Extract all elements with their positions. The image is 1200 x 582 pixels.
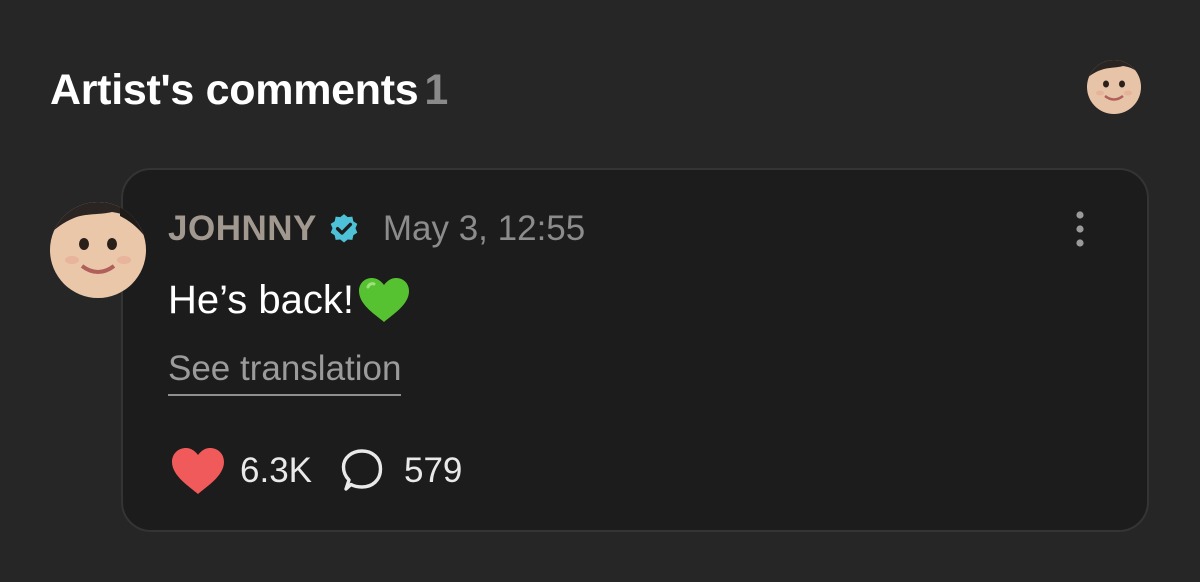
comment-meta: JOHNNY May 3, 12:55 xyxy=(168,206,585,252)
like-count: 6.3K xyxy=(240,451,312,490)
author-avatar[interactable] xyxy=(50,202,146,298)
comment-count: 1 xyxy=(424,66,448,114)
author-name[interactable]: JOHNNY xyxy=(168,209,317,249)
verified-badge-icon xyxy=(330,214,358,243)
heart-icon[interactable] xyxy=(170,446,226,496)
comment-timestamp: May 3, 12:55 xyxy=(382,209,586,248)
section-title: Artist's comments 1 xyxy=(50,62,448,118)
green-heart-icon xyxy=(359,278,410,322)
comment-stats: 6.3K 579 xyxy=(170,443,462,499)
section-title-text: Artist's comments xyxy=(50,66,419,114)
see-translation-link[interactable]: See translation xyxy=(168,348,402,396)
reply-count: 579 xyxy=(404,451,463,490)
comment-body: He’s back! xyxy=(168,272,412,328)
speech-bubble-icon[interactable] xyxy=(338,447,386,495)
user-avatar[interactable] xyxy=(1087,60,1141,114)
more-vertical-icon[interactable] xyxy=(1070,210,1090,248)
comment-text: He’s back! xyxy=(168,277,355,322)
